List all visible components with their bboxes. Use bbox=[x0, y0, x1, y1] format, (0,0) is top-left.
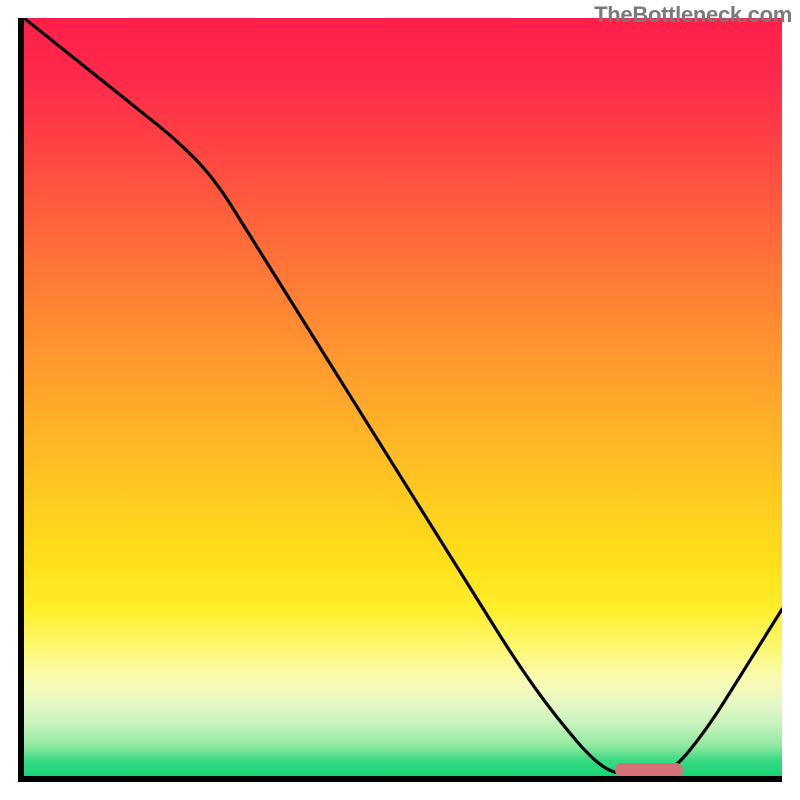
watermark-text: TheBottleneck.com bbox=[594, 2, 792, 28]
chart-container: TheBottleneck.com bbox=[0, 0, 800, 800]
axes bbox=[18, 18, 782, 782]
